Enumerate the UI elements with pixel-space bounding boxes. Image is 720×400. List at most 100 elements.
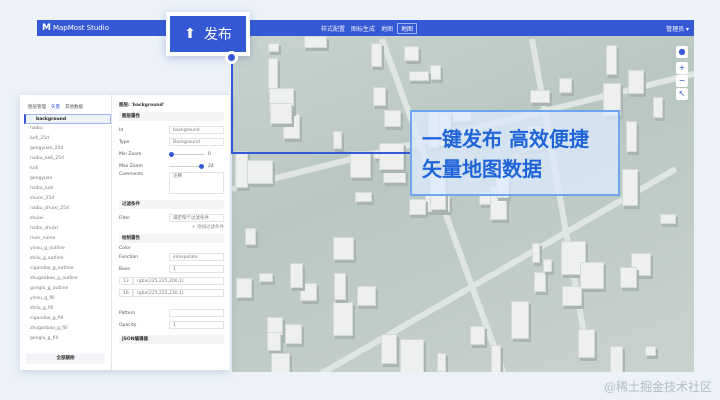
menu-style[interactable]: 样式配置 xyxy=(321,24,345,33)
layer-item[interactable]: gongyuan xyxy=(20,174,111,184)
minzoom-value[interactable]: 0 xyxy=(204,152,224,157)
layer-item[interactable]: zhuganbao_g_fill xyxy=(20,324,111,334)
map-building xyxy=(304,36,327,49)
filter-select[interactable]: 满足每个过滤条件 xyxy=(169,214,224,222)
minzoom-slider[interactable] xyxy=(169,151,204,157)
layer-item[interactable]: cigandao_g_fill xyxy=(20,314,111,324)
function-select[interactable]: interpolate xyxy=(169,253,224,261)
layer-item[interactable]: ludi xyxy=(20,164,111,174)
stop-zoom[interactable]: 13 xyxy=(119,277,133,285)
layer-item[interactable]: background xyxy=(24,114,111,124)
base-input[interactable]: 1 xyxy=(169,265,224,273)
stop-zoom[interactable]: 16 xyxy=(119,289,133,297)
layer-item[interactable]: zhilu_g_fill xyxy=(20,304,111,314)
pattern-label: Pattern xyxy=(119,310,136,316)
layer-item[interactable]: zhuganbao_g_outline xyxy=(20,274,111,284)
opacity-label: Opacity xyxy=(119,322,137,328)
publish-button[interactable]: ⬆ 发布 xyxy=(170,16,246,52)
map-view[interactable]: ● + − ↖ xyxy=(232,36,694,372)
layer-item[interactable]: yinsu_g_outline xyxy=(20,244,111,254)
zoom-out-button[interactable]: − xyxy=(676,75,688,87)
map-building xyxy=(626,120,637,153)
layer-item[interactable]: shuixi_25d xyxy=(20,194,111,204)
layer-item[interactable]: naibu_shuixi_25d xyxy=(20,204,111,214)
map-select[interactable]: 地图 xyxy=(397,22,418,34)
tab-other[interactable]: 其他数据 xyxy=(65,104,83,110)
section-props[interactable]: 图层属性 xyxy=(119,112,224,121)
map-building xyxy=(290,262,303,289)
layer-title: 图层: 'background' xyxy=(119,103,165,108)
map-building xyxy=(267,42,280,52)
map-building xyxy=(334,272,346,301)
opacity-input[interactable]: 1 xyxy=(169,321,224,329)
publish-label: 发布 xyxy=(203,27,232,43)
map-building xyxy=(247,160,273,184)
layer-list-panel: 图层管理 矢量 其他数据 background naibu ludi_25d gongyu… xyxy=(20,95,112,370)
location-icon[interactable]: ● xyxy=(676,46,688,58)
base-label: Base xyxy=(119,266,130,272)
user-menu[interactable]: 管理员 ▾ xyxy=(666,24,689,33)
layer-item[interactable]: gonglu_g_outline xyxy=(20,284,111,294)
feature-callout: 一键发布 高效便捷 矢量地图数据 xyxy=(410,110,620,196)
id-input[interactable]: background xyxy=(169,126,224,134)
layer-item[interactable]: naibu_shuixi xyxy=(20,224,111,234)
map-building xyxy=(409,70,429,82)
layer-item[interactable]: naibu xyxy=(20,124,111,134)
map-building xyxy=(652,96,663,118)
layer-panel-title: 图层管理 xyxy=(28,105,46,110)
layer-item[interactable]: shuixi xyxy=(20,214,111,224)
layer-item[interactable]: yinsu_g_fill xyxy=(20,294,111,304)
layer-item[interactable]: ludi_25d xyxy=(20,134,111,144)
section-json[interactable]: JSON编辑器 xyxy=(119,335,224,344)
map-building xyxy=(400,338,425,372)
layer-item[interactable]: naibu_ludi_25d xyxy=(20,154,111,164)
map-building xyxy=(271,352,290,372)
section-filter[interactable]: 过滤条件 xyxy=(119,200,224,209)
map-building xyxy=(267,332,282,351)
maxzoom-slider[interactable] xyxy=(169,163,204,169)
comments-input[interactable]: 注释 xyxy=(169,172,224,194)
layer-item[interactable]: gonglu_g_fill xyxy=(20,334,111,344)
minzoom-label: Min Zoom xyxy=(119,151,142,157)
map-building xyxy=(333,301,353,336)
upload-icon: ⬆ xyxy=(184,26,196,42)
map-building xyxy=(258,273,273,283)
map-building xyxy=(383,169,407,183)
map-building xyxy=(408,199,426,215)
pattern-input[interactable] xyxy=(169,309,224,317)
delete-all-button[interactable]: 全部删除 xyxy=(26,354,105,364)
function-label: Function xyxy=(119,254,139,260)
layer-item[interactable]: gongyuan_25d xyxy=(20,144,111,154)
layer-item[interactable]: river_name xyxy=(20,234,111,244)
layer-properties-panel: 图层: 'background' 图层属性 Id background Type B… xyxy=(113,95,230,370)
map-building xyxy=(349,151,371,179)
map-building xyxy=(606,45,617,76)
map-building xyxy=(621,169,639,207)
map-building xyxy=(378,143,405,170)
compass-button[interactable]: ↖ xyxy=(676,88,688,100)
menu-icons[interactable]: 图标生成 xyxy=(351,24,375,33)
maxzoom-value[interactable]: 24 xyxy=(204,164,224,169)
layer-item[interactable]: naibu_ludi xyxy=(20,184,111,194)
map-building xyxy=(437,352,447,372)
type-select[interactable]: Background xyxy=(169,138,224,146)
map-building xyxy=(244,228,257,246)
stop-value[interactable]: rgba(225,225,230,1) xyxy=(133,289,224,297)
connector-line xyxy=(231,152,411,154)
tab-vector[interactable]: 矢量 xyxy=(51,104,60,110)
stop-value[interactable]: rgba(225,225,200,1) xyxy=(133,277,224,285)
map-building xyxy=(268,57,278,93)
map-building xyxy=(543,259,552,272)
menu-map[interactable]: 地图 xyxy=(381,24,393,33)
map-building xyxy=(645,346,657,356)
top-bar: MMapMost Studio 打开 样式配置 图标生成 地图 地图 管理员 ▾ xyxy=(37,20,694,36)
layer-item[interactable]: zhilu_g_outline xyxy=(20,254,111,264)
map-building xyxy=(562,286,582,307)
layer-item[interactable]: cigandao_g_outline xyxy=(20,264,111,274)
add-filter-button[interactable]: + 添加过滤条件 xyxy=(119,224,224,230)
map-building xyxy=(511,301,530,340)
section-paint[interactable]: 绘制属性 xyxy=(119,234,224,243)
map-building xyxy=(620,266,638,289)
map-building xyxy=(333,236,355,260)
zoom-in-button[interactable]: + xyxy=(676,62,688,74)
